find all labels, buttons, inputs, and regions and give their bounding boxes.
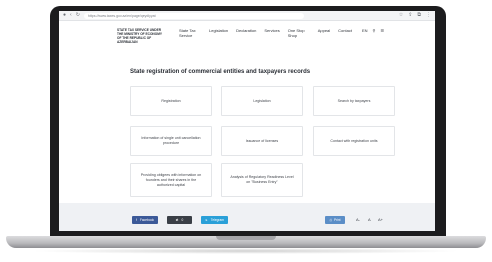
reload-icon[interactable]: ↻ [76,13,80,18]
search-icon[interactable]: ⚲ [373,28,376,33]
window-controls-icon[interactable]: ● [63,13,66,18]
facebook-label: Facebook [139,218,154,222]
tile-legislation[interactable]: Legislation [221,86,303,116]
print-icon: ⎙ [329,218,332,222]
facebook-icon: f [136,218,137,222]
site-logo-text[interactable]: STATE TAX SERVICE UNDER THE MINISTRY OF … [117,28,171,44]
print-button[interactable]: ⎙ Print [325,216,345,224]
telegram-share-button[interactable]: ➤ Telegram [201,216,228,224]
tile-founders-information[interactable]: Providing obligees with information on f… [130,163,212,197]
nav-item-state-tax-service[interactable]: State Tax Service [179,28,201,38]
nav-item-appeal[interactable]: Appeal [318,28,330,38]
tile-registration[interactable]: Registration [130,86,212,116]
browser-toolbar: ● ‹ ↻ https://www.taxes.gov.az/en/page/q… [59,11,435,21]
share-count: 0 [181,218,184,222]
org-name-line: OF THE REPUBLIC OF AZERBAIJAN [117,36,152,44]
facebook-share-button[interactable]: f Facebook [132,216,158,224]
tile-issuance-of-licenses[interactable]: Issuance of licenses [221,126,303,156]
laptop-screen: ● ‹ ↻ https://www.taxes.gov.az/en/page/q… [59,11,435,231]
share-count-button[interactable]: ⇄ 0 [167,216,192,224]
star-icon[interactable]: ☆ [399,13,403,18]
tile-regulatory-readiness[interactable]: Analysis of Regulatory Readiness Level o… [221,163,303,197]
nav-item-declaration[interactable]: Declaration [236,28,256,38]
tile-cancellation-procedure[interactable]: Information of single unit cancellation … [130,126,212,156]
telegram-label: Telegram [210,218,224,222]
site-header: STATE TAX SERVICE UNDER THE MINISTRY OF … [59,21,435,51]
menu-icon[interactable]: ⋮ [426,13,431,18]
main-nav: State Tax Service Legislation Declaratio… [179,28,360,38]
tile-contact-registration-units[interactable]: Contact with registration units [313,126,395,156]
nav-item-contact[interactable]: Contact [338,28,352,38]
page-title: State registration of commercial entitie… [130,69,311,75]
font-decrease-button[interactable]: A- [356,217,360,222]
laptop-notch [216,236,276,240]
address-bar[interactable]: https://www.taxes.gov.az/en/page/qeydiyy… [83,12,304,19]
back-icon[interactable]: ‹ [70,13,72,18]
share-icon: ⇄ [175,218,179,222]
share-icon[interactable]: ⇪ [408,13,412,18]
font-reset-button[interactable]: A [368,217,371,222]
menu-icon[interactable]: ☰ [380,28,384,33]
nav-item-one-stop-shop[interactable]: One Stop Shop [288,28,310,38]
extensions-icon[interactable]: ⧉ [417,13,421,18]
language-selector[interactable]: EN [362,28,368,33]
tile-search-by-taxpayers[interactable]: Search by taxpayers [313,86,395,116]
font-increase-button[interactable]: A+ [378,217,383,222]
nav-item-legislation[interactable]: Legislation [209,28,228,38]
print-label: Print [334,218,341,222]
telegram-icon: ➤ [205,218,208,222]
laptop-shadow [30,248,462,254]
nav-item-services[interactable]: Services [264,28,279,38]
